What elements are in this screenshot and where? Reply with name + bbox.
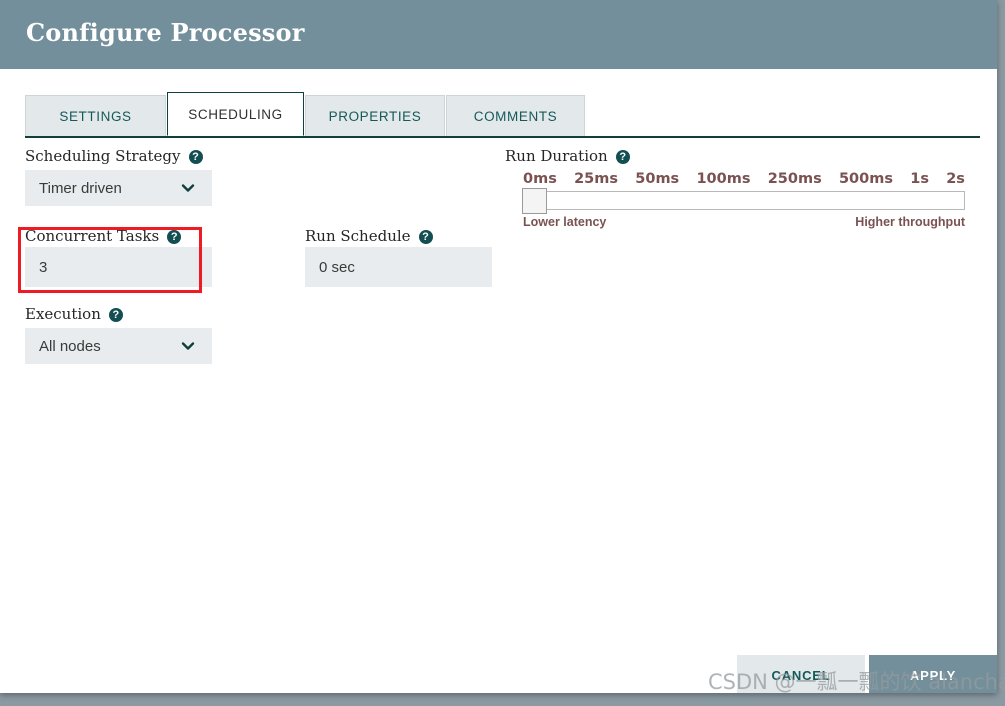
chevron-down-icon <box>181 184 195 192</box>
concurrent-tasks-input[interactable]: 3 <box>25 247 212 287</box>
concurrent-tasks-label: Concurrent Tasks? <box>25 227 182 245</box>
help-circle-icon[interactable]: ? <box>418 230 433 244</box>
run-duration-tick: 50ms <box>635 171 680 187</box>
run-schedule-label-text: Run Schedule <box>305 227 411 245</box>
help-circle-icon[interactable]: ? <box>188 150 203 164</box>
tab-bar: SETTINGS SCHEDULING PROPERTIES COMMENTS <box>25 92 586 136</box>
run-duration-tick: 2s <box>946 171 965 187</box>
help-circle-icon[interactable]: ? <box>108 308 123 322</box>
execution-value: All nodes <box>39 337 101 355</box>
scheduling-strategy-label-text: Scheduling Strategy <box>25 147 181 165</box>
help-circle-icon[interactable]: ? <box>615 150 630 164</box>
tab-scheduling[interactable]: SCHEDULING <box>167 92 304 136</box>
run-duration-slider-track[interactable] <box>523 191 965 210</box>
run-duration-left-endpoint: Lower latency <box>523 215 607 229</box>
run-schedule-label: Run Schedule? <box>305 227 433 245</box>
apply-button[interactable]: APPLY <box>869 655 997 693</box>
tab-comments-label: COMMENTS <box>473 108 558 124</box>
run-duration-tick: 1s <box>910 171 929 187</box>
chevron-down-icon <box>181 342 195 350</box>
scheduling-strategy-select[interactable]: Timer driven <box>25 170 212 206</box>
tab-properties[interactable]: PROPERTIES <box>305 95 445 136</box>
execution-label-text: Execution <box>25 305 101 323</box>
tab-settings[interactable]: SETTINGS <box>25 95 166 136</box>
run-duration-tick: 500ms <box>838 171 893 187</box>
execution-label: Execution? <box>25 305 123 323</box>
run-schedule-value: 0 sec <box>319 258 355 276</box>
screen: Configure Processor SETTINGS SCHEDULING … <box>0 0 1005 706</box>
cancel-button[interactable]: CANCEL <box>737 655 865 693</box>
tabs-underline <box>25 136 980 138</box>
configure-processor-dialog: Configure Processor SETTINGS SCHEDULING … <box>0 0 997 693</box>
run-duration-label: Run Duration? <box>505 147 630 165</box>
run-duration-tick: 250ms <box>767 171 822 187</box>
tab-scheduling-label: SCHEDULING <box>188 106 283 122</box>
run-duration-tick-labels: 0ms 25ms 50ms 100ms 250ms 500ms 1s 2s <box>523 171 965 187</box>
run-duration-slider-thumb[interactable] <box>522 188 547 214</box>
scheduling-strategy-value: Timer driven <box>39 179 122 197</box>
dialog-header: Configure Processor <box>0 0 997 69</box>
run-duration-right-endpoint: Higher throughput <box>855 215 965 229</box>
tab-comments[interactable]: COMMENTS <box>446 95 585 136</box>
page-title: Configure Processor <box>26 18 305 47</box>
run-duration-endpoint-labels: Lower latency Higher throughput <box>523 215 965 229</box>
tab-properties-label: PROPERTIES <box>328 108 422 124</box>
scheduling-strategy-label: Scheduling Strategy? <box>25 147 203 165</box>
run-duration-tick: 0ms <box>523 171 557 187</box>
run-duration-label-text: Run Duration <box>505 147 608 165</box>
help-circle-icon[interactable]: ? <box>167 230 182 244</box>
run-duration-tick: 25ms <box>574 171 619 187</box>
run-duration-tick: 100ms <box>696 171 751 187</box>
concurrent-tasks-value: 3 <box>39 258 48 276</box>
run-schedule-input[interactable]: 0 sec <box>305 247 492 287</box>
concurrent-tasks-label-text: Concurrent Tasks <box>25 227 160 245</box>
tab-settings-label: SETTINGS <box>59 108 132 124</box>
execution-select[interactable]: All nodes <box>25 328 212 364</box>
apply-button-label: APPLY <box>909 667 957 683</box>
cancel-button-label: CANCEL <box>771 667 831 683</box>
